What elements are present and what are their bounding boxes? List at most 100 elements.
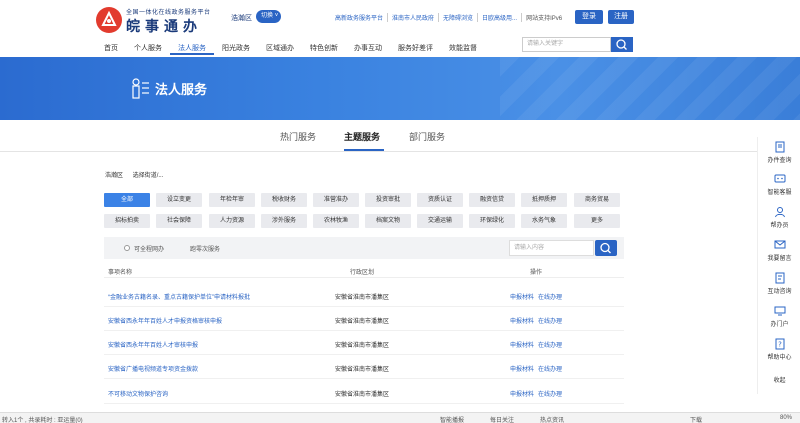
col-actions: 操作: [530, 270, 543, 276]
user-icon: [774, 207, 785, 218]
table-row: 安徽省西永年年百姓人才申报资格审核申报 安徽省淮南市潘集区 申报材料 在线办理: [104, 307, 624, 331]
service-tabs: 热门服务 主题服务 部门服务: [0, 120, 800, 152]
chip[interactable]: 环保绿化: [469, 214, 515, 228]
search-icon: [616, 39, 627, 50]
nav-regional[interactable]: 区域通办: [258, 42, 302, 55]
materials-link[interactable]: 申报材料: [510, 389, 534, 398]
chip-all[interactable]: 全部: [104, 193, 150, 207]
sidebar-item-consult[interactable]: 互动咨询: [758, 272, 800, 295]
page-title: 法人服务: [155, 82, 208, 97]
table-row: 不可移动文物保护咨询 安徽省淮南市潘集区 申报材料 在线办理: [104, 380, 624, 404]
materials-link[interactable]: 申报材料: [510, 292, 534, 301]
chip[interactable]: 人力资源: [209, 214, 255, 228]
nav-home[interactable]: 首页: [96, 42, 126, 55]
sidebar-item-message[interactable]: 我要留言: [758, 239, 800, 262]
top-link-city[interactable]: 淮南市人民政府: [388, 13, 440, 22]
sidebar-item-case-query[interactable]: 办件查询: [758, 141, 800, 164]
materials-link[interactable]: 申报材料: [510, 340, 534, 349]
browser-status-bar: 转入1个 , 共录耗时 : 亚运量(0) 智能播报 每日关注 热点资讯 下载 8…: [0, 412, 800, 423]
nav-features[interactable]: 特色创新: [302, 42, 346, 55]
chip[interactable]: 招标拍卖: [104, 214, 150, 228]
chip[interactable]: 年检年审: [209, 193, 255, 207]
tab-hot-services[interactable]: 热门服务: [280, 130, 316, 143]
ipv6-notice: 网站支持IPv6: [526, 16, 563, 22]
chip[interactable]: 融资信贷: [469, 193, 515, 207]
nav-rating[interactable]: 服务好差评: [390, 42, 441, 55]
item-name-link[interactable]: 安徽省西永年年百姓人才申报资格审核申报: [108, 316, 222, 325]
site-search-input[interactable]: 请输入关键字: [522, 37, 611, 52]
nav-gov-affairs[interactable]: 阳光政务: [214, 42, 258, 55]
document-search-icon: [775, 141, 784, 153]
street-select[interactable]: 选择街道/...: [133, 173, 164, 179]
page-banner: 法人服务: [0, 57, 800, 120]
sidebar-label: 办门户: [770, 322, 789, 328]
tab-theme-services[interactable]: 主题服务: [344, 130, 380, 143]
zero-visit-label[interactable]: 跑零次服务: [190, 244, 220, 253]
item-name-link[interactable]: 安徽省广播电视频道专项资金拨款: [108, 364, 198, 373]
site-search-button[interactable]: [611, 37, 633, 52]
nav-corporate[interactable]: 法人服务: [170, 42, 214, 55]
nav-supervision[interactable]: 效能监督: [441, 42, 485, 55]
chat-bot-icon: [774, 174, 785, 183]
sidebar-item-helper[interactable]: 帮办员: [758, 206, 800, 229]
online-only-radio[interactable]: [124, 245, 130, 251]
chip[interactable]: 设立变更: [156, 193, 202, 207]
message-icon: [774, 240, 785, 249]
col-region: 行政区划: [350, 270, 375, 276]
item-search-button[interactable]: [595, 240, 617, 256]
register-button[interactable]: 注册: [608, 10, 634, 24]
chip[interactable]: 投资审批: [365, 193, 411, 207]
status-download[interactable]: 下载: [690, 415, 702, 423]
chip[interactable]: 水务气象: [521, 214, 567, 228]
region-filter-label: 浩瀚区: [105, 173, 124, 179]
site-logo[interactable]: [96, 7, 122, 33]
status-daily-focus[interactable]: 每日关注: [490, 415, 514, 423]
item-region: 安徽省淮南市潘集区: [335, 343, 390, 349]
apply-online-link[interactable]: 在线办理: [538, 389, 562, 398]
chip[interactable]: 抵押质押: [521, 193, 567, 207]
sidebar-item-portal[interactable]: 办门户: [758, 305, 800, 328]
chip[interactable]: 社会保障: [156, 214, 202, 228]
chip[interactable]: 税收财务: [261, 193, 307, 207]
item-search-input[interactable]: 请输入内容: [509, 240, 594, 256]
materials-link[interactable]: 申报材料: [510, 364, 534, 373]
chip-more[interactable]: 更多: [574, 214, 620, 228]
apply-online-link[interactable]: 在线办理: [538, 292, 562, 301]
nav-interaction[interactable]: 办事互动: [346, 42, 390, 55]
item-name-link[interactable]: 不可移动文物保护咨询: [108, 389, 168, 398]
sidebar-collapse[interactable]: 收起: [758, 375, 800, 384]
item-name-link[interactable]: “金融业务古籍名录、重点古籍保护单位”申请材料报批: [108, 292, 250, 301]
chip[interactable]: 准营准办: [313, 193, 359, 207]
chip[interactable]: 档案文物: [365, 214, 411, 228]
sidebar-item-smart-service[interactable]: 智能客服: [758, 173, 800, 196]
apply-online-link[interactable]: 在线办理: [538, 364, 562, 373]
status-smart-broadcast[interactable]: 智能播报: [440, 415, 464, 423]
item-region: 安徽省淮南市潘集区: [335, 392, 390, 398]
help-icon: ?: [775, 338, 784, 350]
status-hot-news[interactable]: 热点资讯: [540, 415, 564, 423]
status-zoom[interactable]: 80%: [780, 415, 792, 421]
materials-link[interactable]: 申报材料: [510, 316, 534, 325]
chip[interactable]: 商务贸易: [574, 193, 620, 207]
top-link-accessibility[interactable]: 无障碍浏览: [439, 13, 479, 22]
brand-subtitle: 全国一体化在线政务服务平台: [126, 10, 211, 16]
nav-personal[interactable]: 个人服务: [126, 42, 170, 55]
status-text: 转入1个 , 共录耗时 : 亚运量(0): [2, 418, 83, 423]
top-link-senior[interactable]: 日欧高级用...: [478, 13, 523, 22]
sidebar-item-help[interactable]: ? 帮助中心: [758, 338, 800, 361]
chip[interactable]: 农林牧渔: [313, 214, 359, 228]
apply-online-link[interactable]: 在线办理: [538, 340, 562, 349]
svg-text:?: ?: [778, 341, 782, 349]
login-button[interactable]: 登录: [575, 10, 603, 24]
chip[interactable]: 涉外服务: [261, 214, 307, 228]
online-only-label[interactable]: 可全程网办: [134, 244, 164, 253]
col-name: 事项名称: [108, 270, 133, 276]
sidebar-label: 收起: [773, 378, 786, 384]
apply-online-link[interactable]: 在线办理: [538, 316, 562, 325]
chip[interactable]: 交通运输: [417, 214, 463, 228]
tab-department-services[interactable]: 部门服务: [409, 130, 445, 143]
top-link-portal[interactable]: 高新政务服务平台: [331, 13, 389, 22]
item-name-link[interactable]: 安徽省西永年年百姓人才审核申报: [108, 340, 198, 349]
chip[interactable]: 资质认证: [417, 193, 463, 207]
switch-region-button[interactable]: 切换 ˅: [256, 10, 281, 23]
